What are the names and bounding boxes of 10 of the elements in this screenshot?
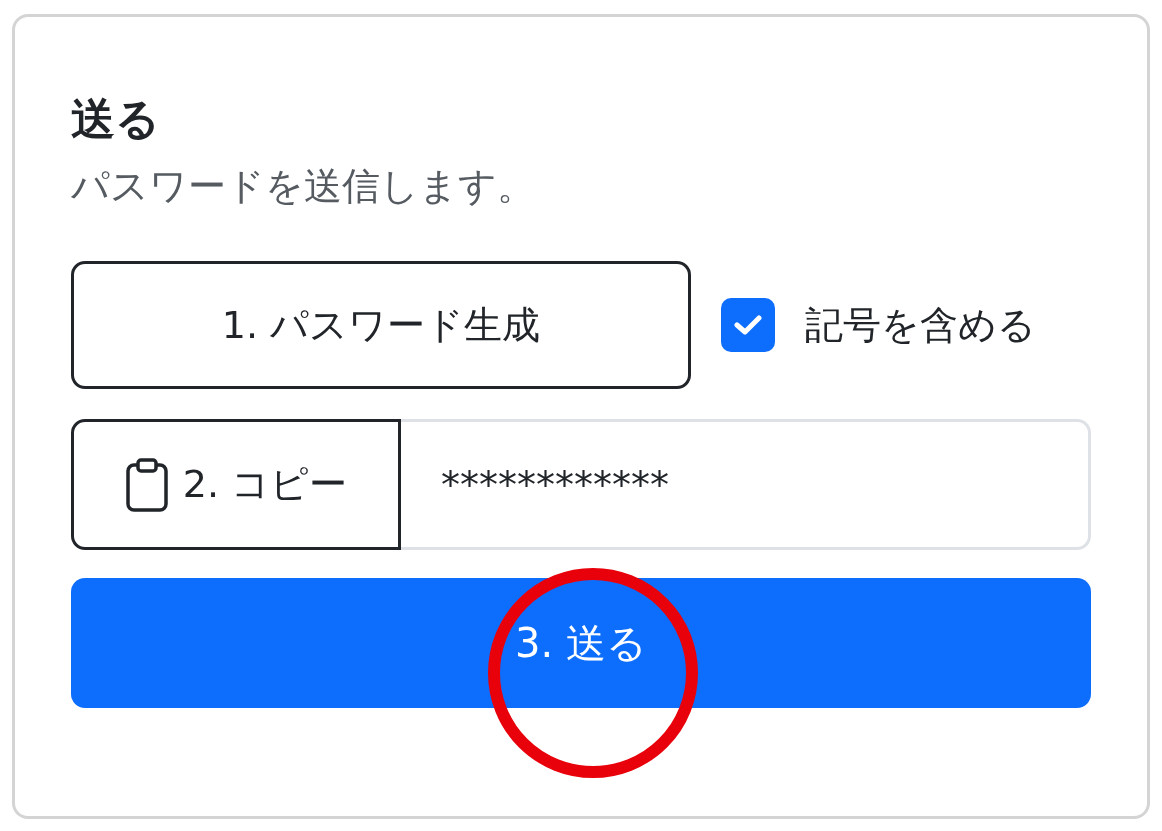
checkbox-label: 記号を含める — [805, 301, 1036, 349]
password-field[interactable]: ************ — [401, 419, 1091, 551]
card-title: 送る — [71, 93, 160, 146]
send-button[interactable]: 3. 送る — [71, 578, 1091, 709]
check-icon — [734, 314, 762, 337]
clipboard-icon — [124, 456, 169, 513]
copy-button[interactable]: 2. コピー — [71, 419, 401, 551]
card-subtitle: パスワードを送信します。 — [71, 163, 535, 210]
generate-button[interactable]: 1. パスワード生成 — [71, 261, 691, 390]
checkbox[interactable] — [721, 298, 775, 353]
